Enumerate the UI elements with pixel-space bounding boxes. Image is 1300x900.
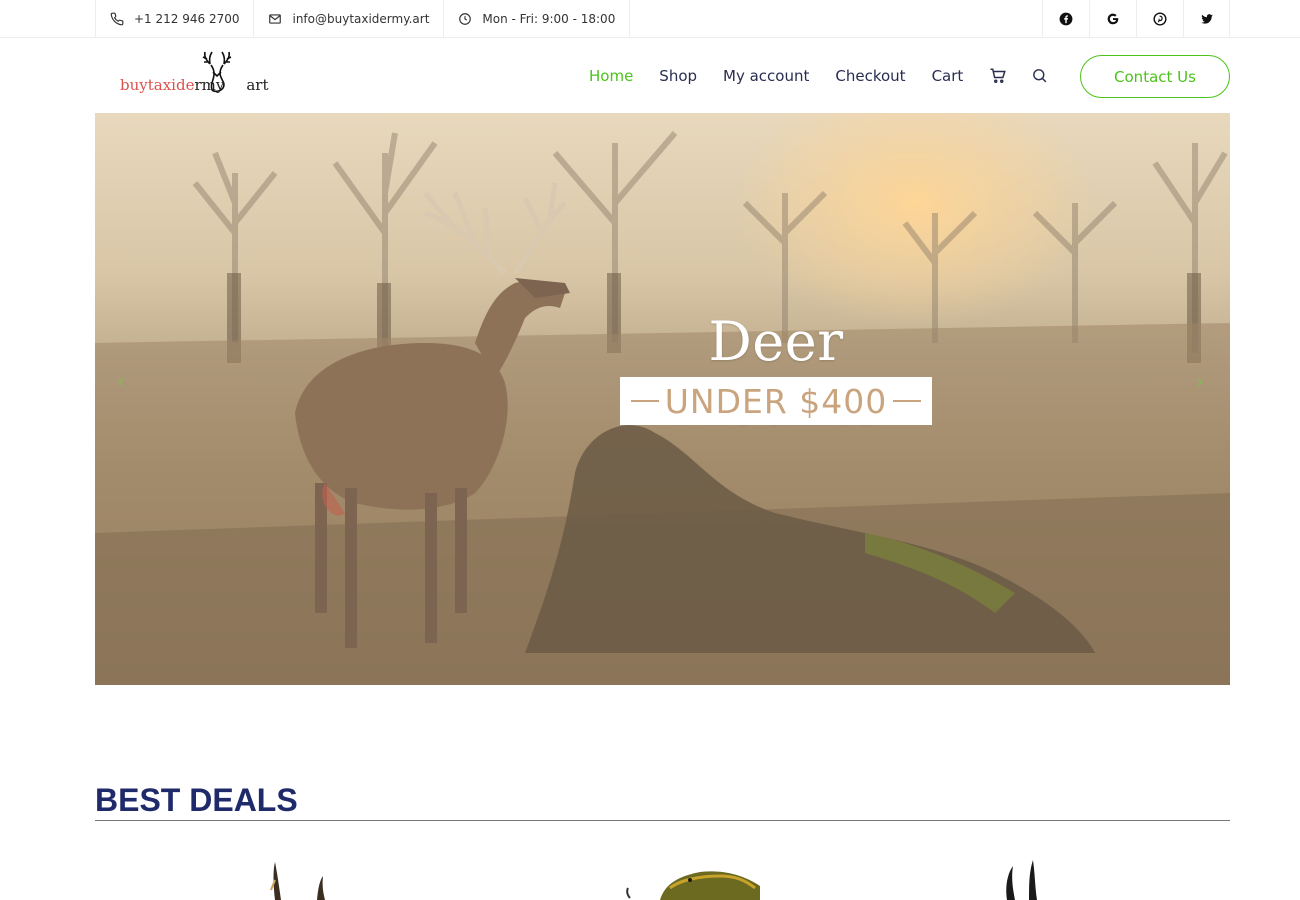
mail-icon (269, 14, 282, 24)
email-text: info@buytaxidermy.art (292, 12, 430, 26)
main-nav: Home Shop My account Checkout Cart (589, 38, 1073, 113)
nav-cart[interactable]: Cart (932, 67, 964, 85)
top-info-bar-inner: +1 212 946 2700 info@buytaxidermy.art Mo… (95, 0, 1230, 38)
site-logo[interactable]: buytaxidermy art (120, 50, 268, 100)
slider-prev-arrow[interactable]: ‹ (113, 371, 129, 391)
badge-line-left (630, 400, 659, 402)
phone-text: +1 212 946 2700 (134, 12, 240, 26)
facebook-icon (1059, 12, 1073, 26)
hero-price-badge: UNDER $400 (620, 377, 932, 425)
phone-item[interactable]: +1 212 946 2700 (95, 0, 253, 38)
cart-icon (990, 68, 1007, 83)
nav-my-account[interactable]: My account (723, 67, 809, 85)
search-button[interactable] (1031, 67, 1049, 85)
best-deals-heading: BEST DEALS (95, 782, 298, 818)
contact-us-button[interactable]: Contact Us (1080, 55, 1230, 98)
product-image-antelope[interactable] (265, 858, 335, 900)
product-image-horns[interactable] (995, 858, 1055, 900)
hero-subtitle: UNDER $400 (664, 381, 888, 421)
phone-icon (110, 12, 124, 26)
antelope-horns-image (270, 862, 325, 900)
nav-home[interactable]: Home (589, 67, 633, 85)
google-icon (1107, 13, 1119, 25)
social-links (1042, 0, 1230, 38)
logo-text: buytaxidermy art (120, 76, 269, 94)
nav-shop[interactable]: Shop (659, 67, 697, 85)
slider-next-arrow[interactable]: › (1192, 371, 1208, 391)
top-info-bar: +1 212 946 2700 info@buytaxidermy.art Mo… (0, 0, 1300, 38)
contact-info: +1 212 946 2700 info@buytaxidermy.art Mo… (95, 0, 631, 38)
black-horns-image (1006, 860, 1037, 900)
twitter-icon (1200, 14, 1213, 24)
social-pinterest[interactable] (1136, 0, 1183, 38)
social-facebook[interactable] (1042, 0, 1089, 38)
nav-checkout[interactable]: Checkout (835, 67, 905, 85)
social-twitter[interactable] (1183, 0, 1230, 38)
search-icon (1033, 69, 1047, 83)
cart-button[interactable] (989, 67, 1007, 85)
pinterest-icon (1153, 12, 1167, 26)
hours-item: Mon - Fri: 9:00 - 18:00 (443, 0, 631, 38)
badge-line-right (893, 400, 922, 402)
crocodile-image (626, 871, 760, 900)
site-header: buytaxidermy art Home Shop My account Che… (0, 38, 1300, 113)
hero-slider: ‹ › Deer Mounts UNDER $400 (95, 113, 1230, 685)
product-image-crocodile[interactable] (620, 858, 765, 900)
clock-icon (459, 13, 472, 25)
social-google[interactable] (1089, 0, 1136, 38)
email-item[interactable]: info@buytaxidermy.art (253, 0, 443, 38)
best-deals-divider (95, 820, 1230, 821)
hours-text: Mon - Fri: 9:00 - 18:00 (482, 12, 616, 26)
